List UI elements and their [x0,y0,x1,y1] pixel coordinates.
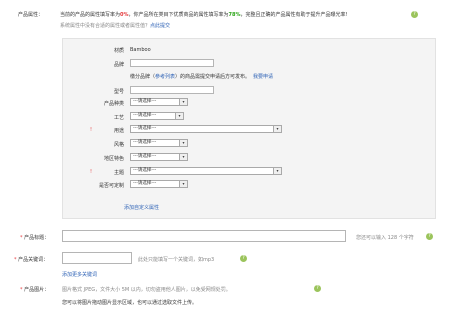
theme-label: ! 主题 [90,169,124,176]
region-select[interactable]: ---请选择--- ▾ [130,153,188,161]
region-label: 地区特色 [103,156,124,162]
theme-label-text: 主题 [113,170,124,176]
usage-value: ---请选择--- [133,126,157,131]
help-icon[interactable]: ? [411,11,418,18]
brand-reference-link[interactable]: 参考列表 [155,74,175,80]
attribute-suggest-prefix: 系统属性中没有合适的属性或者属性值？ [60,23,151,29]
theme-value: ---请选择--- [133,168,157,173]
chevron-down-icon: ▾ [179,154,187,160]
brand-hint-suffix: ）的商品需提交申请后方可发布。 [175,74,251,80]
product-type-select[interactable]: ---请选择--- ▾ [130,98,188,106]
chevron-down-icon: ▾ [273,168,281,174]
add-more-keywords-link[interactable]: 添加更多关键词 [62,271,97,278]
title-counter-prefix: 您还可以输入 [356,235,387,241]
keyword-label: * 产品关键词： [14,257,49,263]
material-value: Bamboo [130,47,151,53]
help-icon[interactable]: ? [426,233,433,240]
product-title-label: * 产品标题： [20,235,50,241]
brand-input[interactable] [130,59,214,67]
theme-select[interactable]: ---请选择--- ▾ [130,167,282,175]
product-type-value: ---请选择--- [133,99,157,104]
customizable-select[interactable]: ---请选择--- ▾ [130,180,188,188]
product-attributes-label: 产品属性： [18,12,44,18]
image-upload-hint: 您可以将图片拖动图片显示区域，也可以通过选取文件上传。 [62,300,198,306]
model-label: 型号 [113,89,124,95]
model-input[interactable] [130,86,214,94]
fill-rate-text: 当前的产品的属性填写率为0%，你产品所在类目下优质商品的属性填写率为78%，完整… [60,11,348,18]
style-select[interactable]: ---请选择--- ▾ [130,139,188,147]
chevron-down-icon: ▾ [179,99,187,105]
submit-attribute-link[interactable]: 点此提交 [150,23,170,29]
product-images-label: * 产品图片： [20,287,50,293]
craft-label: 工艺 [113,115,124,121]
craft-select[interactable]: ---请选择--- ▾ [130,112,184,120]
brand-hint-prefix: 缴分品牌（ [130,74,156,80]
keyword-input[interactable] [62,252,132,264]
brand-label: 品牌 [113,62,124,68]
chevron-down-icon: ▾ [179,140,187,146]
style-value: ---请选择--- [133,140,157,145]
brand-hint: 缴分品牌（参考列表）的商品需提交申请后方可发布。 我要申请 [130,73,273,80]
chevron-down-icon: ▾ [175,113,183,119]
title-counter-number: 128 [387,235,398,241]
product-type-label: 产品种类 [103,101,124,107]
product-title-label-text: 产品标题： [24,235,50,241]
material-label: 材质 [113,48,124,54]
fill-rate-middle: ，你产品所在类目下优质商品的属性填写率为 [128,12,229,18]
add-custom-attribute-link[interactable]: 添加自定义属性 [124,204,159,211]
title-counter-suffix: 个字符 [398,235,414,241]
quality-rate-value: 78% [228,12,241,18]
craft-value: ---请选择--- [133,113,157,118]
attribute-suggest-text: 系统属性中没有合适的属性或者属性值？点此提交 [60,22,170,29]
fill-rate-suffix: ，完整且正确的产品属性有助于提升产品曝光率! [240,12,348,18]
customizable-value: ---请选择--- [133,181,157,186]
customizable-label: 是否可定制 [98,183,124,189]
help-icon[interactable]: ? [314,285,321,292]
chevron-down-icon: ▾ [273,126,281,132]
fill-rate-prefix: 当前的产品的属性填写率为 [60,12,121,18]
fill-rate-value: 0% [120,12,129,18]
keyword-hint: 此处只能填写一个关键词，如mp3 [138,257,215,263]
title-char-counter: 您还可以输入 128 个字符 [356,234,414,241]
image-format-hint: 图片格式 JPEG，文件大小 5M 以内，切勿盗用他人图片，以免受网规处罚。 [62,287,231,293]
product-title-input[interactable] [62,230,346,242]
style-label: 风格 [113,142,124,148]
region-value: ---请选择--- [133,154,157,159]
product-images-label-text: 产品图片： [24,287,50,293]
help-icon[interactable]: ? [240,255,247,262]
usage-select[interactable]: ---请选择--- ▾ [130,125,282,133]
usage-label-text: 用途 [113,128,124,134]
keyword-label-text: 产品关键词： [18,257,49,263]
brand-apply-link[interactable]: 我要申请 [253,74,273,80]
chevron-down-icon: ▾ [179,181,187,187]
usage-label: ! 用途 [90,127,124,134]
